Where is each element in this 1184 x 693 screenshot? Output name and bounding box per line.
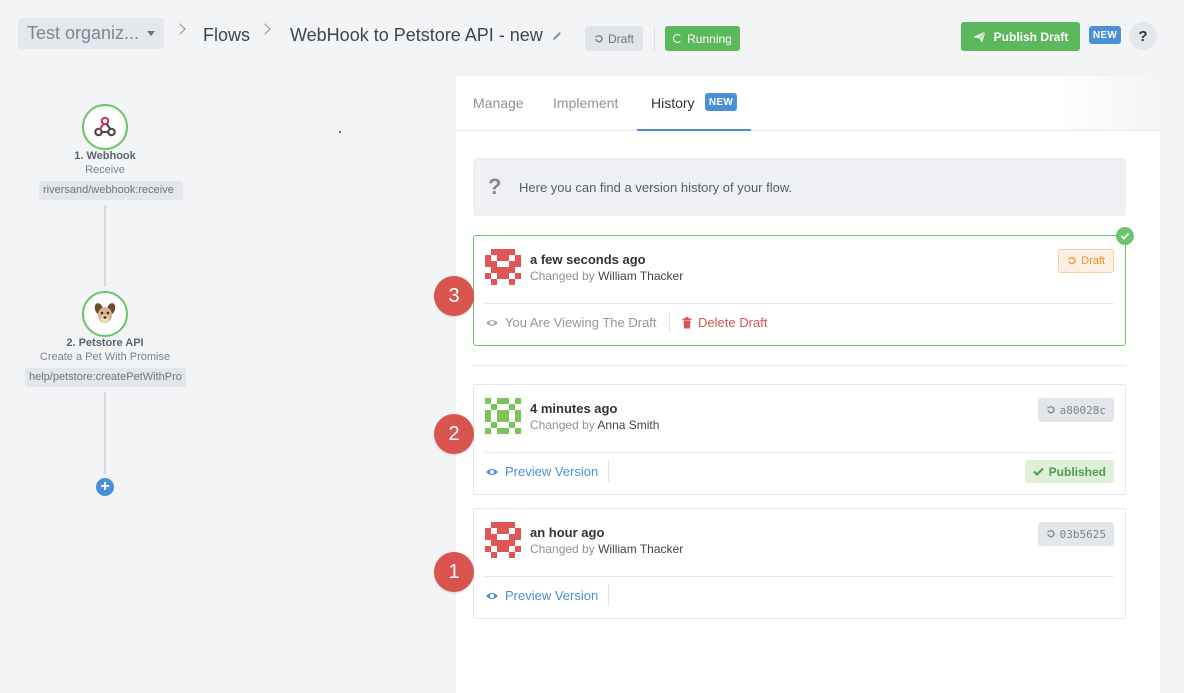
- action-divider: [608, 460, 609, 482]
- user-avatar: [485, 398, 521, 434]
- version-hash: 03b5625: [1059, 527, 1106, 541]
- canvas-dot: [339, 131, 341, 133]
- history-info-text: Here you can find a version history of y…: [519, 179, 793, 195]
- question-icon: ?: [488, 174, 502, 199]
- pencil-icon[interactable]: [551, 30, 563, 42]
- version-author: William Thacker: [598, 269, 684, 283]
- petstore-node-subtitle: Create a Pet With Promise: [39, 351, 171, 363]
- help-button[interactable]: ?: [1129, 22, 1157, 50]
- tab-implement[interactable]: Implement: [553, 95, 618, 111]
- chevron-right-icon: [174, 23, 186, 35]
- tab-history[interactable]: History: [651, 95, 695, 111]
- webhook-node-title: 1. Webhook: [74, 150, 136, 162]
- webhook-node-subtitle: Receive: [85, 164, 125, 176]
- petstore-node-title: 2. Petstore API: [66, 337, 144, 349]
- trash-icon: [682, 316, 692, 328]
- header-divider: [654, 26, 655, 51]
- flow-connector: [104, 205, 106, 287]
- user-avatar: [485, 249, 521, 285]
- draft-status-label: Draft: [607, 31, 634, 46]
- card-divider: [485, 303, 1114, 304]
- version-time: an hour ago: [530, 525, 605, 540]
- action-divider: [608, 584, 609, 606]
- webhook-icon: [94, 116, 116, 137]
- published-badge: Published: [1024, 460, 1114, 483]
- petstore-node-tag: help/petstore:createPetWithPro: [25, 368, 186, 387]
- publish-draft-button[interactable]: Publish Draft: [961, 22, 1080, 51]
- flow-connector: [104, 392, 106, 474]
- panel-tabs: Manage Implement History NEW: [456, 76, 1160, 131]
- history-icon: [595, 34, 603, 42]
- version-hash: a80028c: [1059, 403, 1106, 417]
- preview-version-button[interactable]: Preview Version: [485, 464, 598, 479]
- running-status-button[interactable]: Running: [665, 26, 740, 51]
- check-icon: [1032, 467, 1044, 476]
- version-card: an hour ago Changed by William Thacker 0…: [473, 508, 1126, 619]
- section-divider: [473, 365, 1126, 366]
- history-new-badge: NEW: [705, 93, 737, 111]
- petstore-node[interactable]: [82, 291, 128, 337]
- draft-status-button[interactable]: Draft: [585, 26, 643, 51]
- version-card: 4 minutes ago Changed by Anna Smith a800…: [473, 384, 1126, 495]
- user-avatar: [485, 522, 521, 558]
- version-time: a few seconds ago: [530, 252, 646, 267]
- card-divider: [485, 452, 1114, 453]
- active-tab-indicator: [637, 129, 751, 131]
- version-hash-chip[interactable]: a80028c: [1037, 398, 1114, 422]
- running-status-label: Running: [687, 31, 732, 46]
- version-changed-by: Changed by William Thacker: [530, 542, 684, 556]
- flow-title: WebHook to Petstore API - new: [290, 25, 543, 45]
- running-icon: [673, 34, 683, 43]
- card-divider: [485, 576, 1114, 577]
- annotation-marker-3: 3: [434, 276, 474, 316]
- version-author: Anna Smith: [597, 418, 660, 432]
- history-icon: [1068, 257, 1076, 265]
- eye-icon: [486, 319, 498, 326]
- organization-select[interactable]: Test organiz...: [18, 18, 164, 49]
- version-changed-by: Changed by William Thacker: [530, 269, 684, 283]
- eye-icon: [486, 468, 498, 475]
- webhook-node[interactable]: [82, 104, 128, 150]
- new-badge: NEW: [1089, 26, 1121, 44]
- add-step-button[interactable]: +: [96, 478, 114, 496]
- version-hash-chip[interactable]: 03b5625: [1037, 522, 1114, 546]
- current-check-icon: [1116, 227, 1134, 245]
- history-icon: [1046, 406, 1055, 414]
- delete-draft-button[interactable]: Delete Draft: [682, 315, 767, 330]
- version-time: 4 minutes ago: [530, 401, 618, 416]
- version-author: William Thacker: [598, 542, 684, 556]
- breadcrumb-flows[interactable]: Flows: [203, 24, 250, 46]
- dog-icon: [94, 303, 116, 323]
- version-changed-by: Changed by Anna Smith: [530, 418, 660, 432]
- history-info-box: ? Here you can find a version history of…: [473, 158, 1126, 216]
- annotation-marker-1: 1: [434, 552, 474, 592]
- chevron-right-icon: [259, 23, 271, 35]
- webhook-node-tag: riversand/webhook:receive: [39, 181, 183, 200]
- chevron-down-icon: [147, 31, 155, 36]
- organization-select-value: Test organiz...: [27, 23, 140, 43]
- version-card-current: a few seconds ago Changed by William Tha…: [473, 227, 1134, 346]
- publish-draft-label: Publish Draft: [993, 29, 1069, 44]
- viewing-draft-indicator: You Are Viewing The Draft: [485, 315, 657, 330]
- action-divider: [669, 311, 670, 333]
- draft-chip-label: Draft: [1081, 255, 1105, 267]
- annotation-marker-2: 2: [434, 414, 474, 454]
- send-icon: [973, 30, 986, 42]
- side-panel: Manage Implement History NEW ? Here you …: [456, 76, 1160, 693]
- eye-icon: [486, 592, 498, 599]
- history-icon: [1046, 530, 1055, 538]
- draft-chip: Draft: [1058, 249, 1114, 273]
- tab-manage[interactable]: Manage: [473, 95, 524, 111]
- preview-version-button[interactable]: Preview Version: [485, 588, 598, 603]
